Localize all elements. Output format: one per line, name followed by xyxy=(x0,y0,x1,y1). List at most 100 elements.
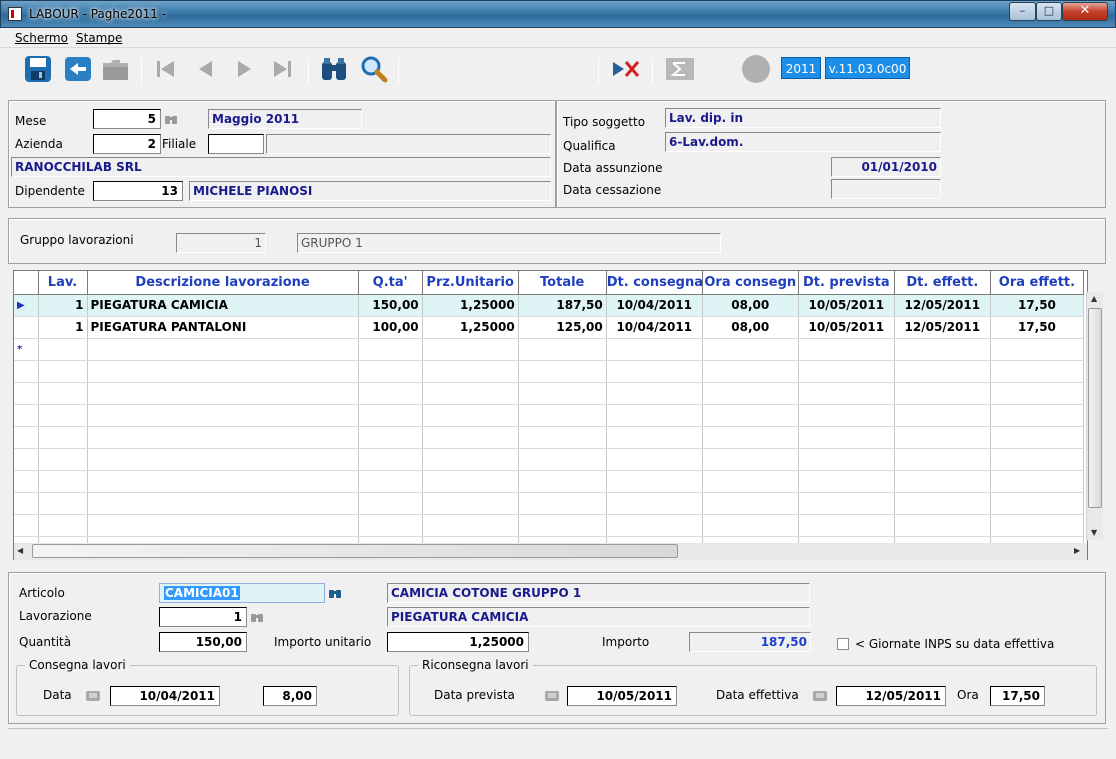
consegna-ora-field[interactable]: 8,00 xyxy=(263,686,317,706)
table-row[interactable] xyxy=(14,382,1085,405)
cell-desc[interactable] xyxy=(87,338,359,361)
cell-tot[interactable] xyxy=(518,360,607,383)
cell-orae[interactable] xyxy=(990,426,1085,449)
mese-lookup-icon[interactable] xyxy=(165,114,177,124)
row-indicator[interactable] xyxy=(14,448,39,471)
cell-dte[interactable]: 12/05/2011 xyxy=(894,316,991,339)
cell-prz[interactable] xyxy=(422,470,519,493)
cell-dtc[interactable] xyxy=(606,448,703,471)
table-row[interactable] xyxy=(14,426,1085,449)
cell-lav[interactable] xyxy=(38,338,88,361)
table-row[interactable] xyxy=(14,404,1085,427)
cell-dtp[interactable] xyxy=(798,514,895,537)
scroll-up-icon[interactable]: ▲ xyxy=(1091,294,1097,303)
cell-dtc[interactable]: 10/04/2011 xyxy=(606,316,703,339)
cell-qta[interactable] xyxy=(358,426,423,449)
table-row[interactable]: ▶ 1 PIEGATURA CAMICIA 150,00 1,25000 187,50 10… xyxy=(14,294,1085,317)
cell-prz[interactable]: 1,25000 xyxy=(422,294,519,317)
cell-tot[interactable] xyxy=(518,470,607,493)
cell-orac[interactable] xyxy=(702,338,799,361)
header-ora-effettiva[interactable]: Ora effett. xyxy=(990,271,1085,295)
scroll-right-icon[interactable]: ▶ xyxy=(1074,546,1080,555)
cell-qta[interactable]: 100,00 xyxy=(358,316,423,339)
cell-dtc[interactable] xyxy=(606,360,703,383)
scroll-left-icon[interactable]: ◀ xyxy=(17,546,23,555)
table-row[interactable] xyxy=(14,514,1085,537)
cell-orae[interactable] xyxy=(990,360,1085,383)
cell-prz[interactable] xyxy=(422,404,519,427)
cell-lav[interactable] xyxy=(38,470,88,493)
cell-orae[interactable] xyxy=(990,492,1085,515)
cell-orae[interactable] xyxy=(990,404,1085,427)
prev-icon[interactable] xyxy=(190,54,222,84)
cell-desc[interactable] xyxy=(87,492,359,515)
azienda-field[interactable]: 2 xyxy=(93,134,161,154)
close-button[interactable]: ✕ xyxy=(1062,2,1108,21)
cell-dtc[interactable] xyxy=(606,470,703,493)
menu-schermo[interactable]: Schermo xyxy=(15,31,68,45)
header-qta[interactable]: Q.ta' xyxy=(358,271,423,295)
cell-dtp[interactable] xyxy=(798,492,895,515)
cell-prz[interactable] xyxy=(422,492,519,515)
grid-vertical-scrollbar[interactable]: ▲ ▼ xyxy=(1086,292,1103,540)
cell-tot[interactable]: 125,00 xyxy=(518,316,607,339)
cell-lav[interactable] xyxy=(38,360,88,383)
cell-dte[interactable] xyxy=(894,514,991,537)
cell-dte[interactable] xyxy=(894,448,991,471)
last-icon[interactable] xyxy=(266,54,298,84)
cell-lav[interactable] xyxy=(38,382,88,405)
cell-dtp[interactable] xyxy=(798,360,895,383)
table-row[interactable] xyxy=(14,360,1085,383)
row-indicator[interactable]: ▶ xyxy=(14,294,39,317)
row-indicator[interactable] xyxy=(14,360,39,383)
cell-dte[interactable] xyxy=(894,360,991,383)
cell-dte[interactable] xyxy=(894,470,991,493)
cell-lav[interactable] xyxy=(38,426,88,449)
cell-orae[interactable] xyxy=(990,338,1085,361)
cell-dte[interactable] xyxy=(894,426,991,449)
cell-dtp[interactable] xyxy=(798,426,895,449)
header-prz-unitario[interactable]: Prz.Unitario xyxy=(422,271,519,295)
row-indicator[interactable] xyxy=(14,404,39,427)
header-ora-consegna[interactable]: Ora consegn xyxy=(702,271,799,295)
cell-dtp[interactable] xyxy=(798,338,895,361)
back-icon[interactable] xyxy=(62,54,94,84)
folder-icon[interactable] xyxy=(100,54,132,84)
articolo-lookup-icon[interactable] xyxy=(329,588,341,598)
cell-prz[interactable] xyxy=(422,514,519,537)
delete-icon[interactable] xyxy=(610,54,642,84)
row-indicator[interactable] xyxy=(14,316,39,339)
cell-tot[interactable] xyxy=(518,514,607,537)
table-row[interactable]: 1 PIEGATURA PANTALONI 100,00 1,25000 125,00 1… xyxy=(14,316,1085,339)
cell-desc[interactable]: PIEGATURA PANTALONI xyxy=(87,316,359,339)
grid-horizontal-scrollbar[interactable]: ◀ ▶ xyxy=(14,543,1087,560)
cell-desc[interactable] xyxy=(87,514,359,537)
cell-desc[interactable] xyxy=(87,360,359,383)
cell-dtp[interactable]: 10/05/2011 xyxy=(798,294,895,317)
cell-qta[interactable] xyxy=(358,382,423,405)
consegna-calendar-icon[interactable] xyxy=(86,690,100,701)
header-totale[interactable]: Totale xyxy=(518,271,607,295)
cell-dte[interactable] xyxy=(894,382,991,405)
cell-dtc[interactable] xyxy=(606,492,703,515)
quantita-field[interactable]: 150,00 xyxy=(159,632,247,652)
maximize-button[interactable]: □ xyxy=(1036,2,1062,21)
cell-dtc[interactable] xyxy=(606,338,703,361)
cell-tot[interactable] xyxy=(518,492,607,515)
save-icon[interactable] xyxy=(22,54,54,84)
cell-dtc[interactable] xyxy=(606,382,703,405)
cell-desc[interactable] xyxy=(87,382,359,405)
cell-qta[interactable] xyxy=(358,360,423,383)
cell-dtp[interactable] xyxy=(798,404,895,427)
cell-dtp[interactable] xyxy=(798,382,895,405)
cell-tot[interactable] xyxy=(518,338,607,361)
cell-dte[interactable] xyxy=(894,404,991,427)
first-icon[interactable] xyxy=(150,54,182,84)
cell-orac[interactable] xyxy=(702,426,799,449)
cell-orae[interactable] xyxy=(990,448,1085,471)
cell-dte[interactable]: 12/05/2011 xyxy=(894,294,991,317)
horizontal-scroll-thumb[interactable] xyxy=(32,544,678,558)
menu-stampe[interactable]: Stampe xyxy=(76,31,122,45)
cell-orae[interactable] xyxy=(990,514,1085,537)
row-indicator[interactable] xyxy=(14,492,39,515)
